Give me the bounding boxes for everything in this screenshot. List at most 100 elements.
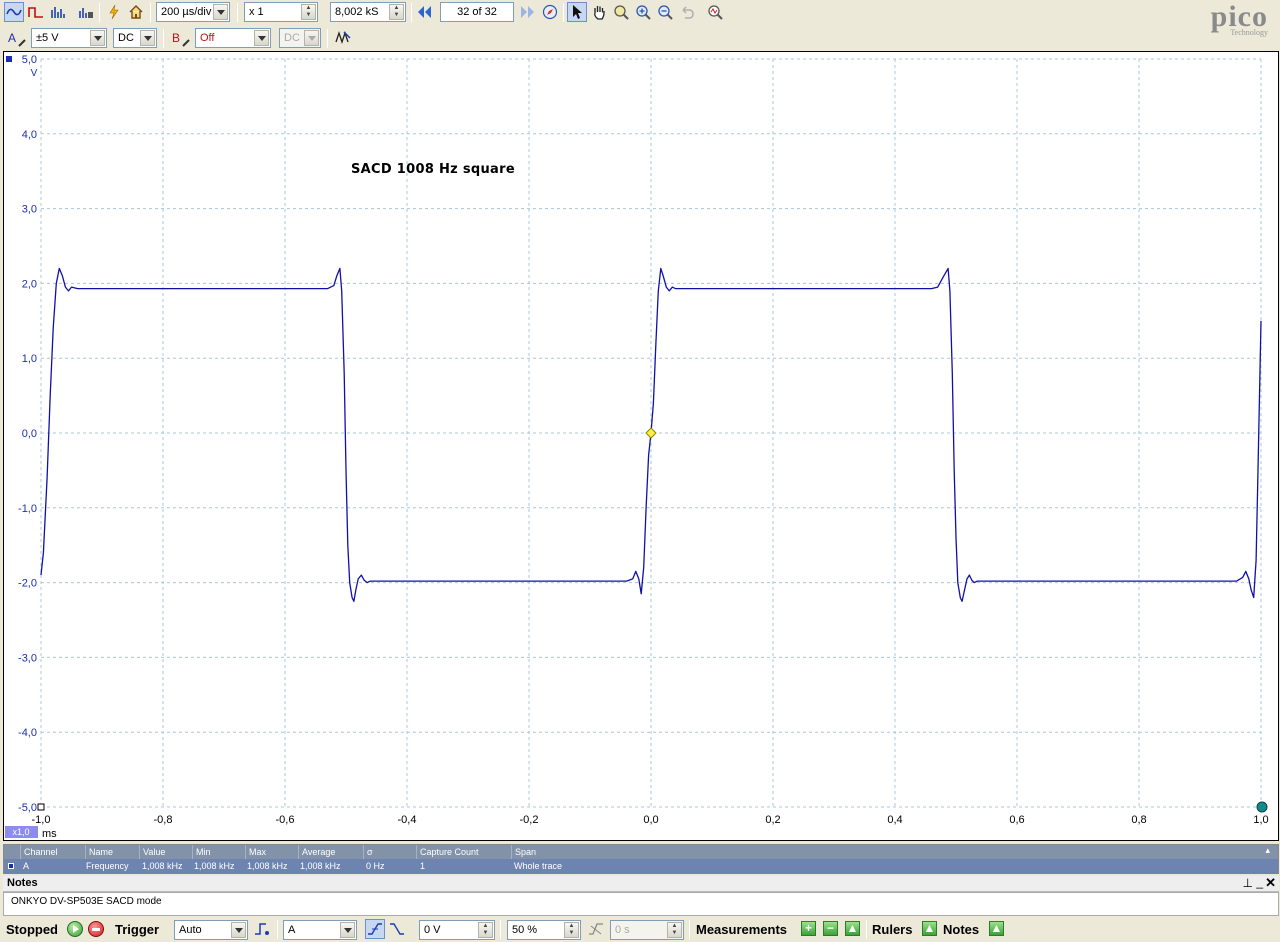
minimize-icon[interactable]: _ (1256, 875, 1263, 889)
scope-display[interactable]: 5,0 4,0 3,0 2,0 1,0 0,0 -1,0 -2,0 -3,0 -4,0 -5,0 -1… (3, 51, 1279, 841)
chevron-down-icon[interactable] (140, 30, 155, 46)
spin-arrows-icon[interactable]: ▲ ▼ (478, 922, 493, 938)
header-capture-count[interactable]: Capture Count (416, 845, 479, 859)
notes-text-area[interactable]: ONKYO DV-SP503E SACD mode (3, 892, 1279, 916)
channel-a-probe-icon[interactable] (18, 39, 26, 47)
zoom-value: x 1 (249, 6, 264, 18)
channel-offset-marker (37, 803, 45, 811)
y-tick-label: 2,0 (22, 278, 37, 290)
channel-b-label[interactable]: B (172, 31, 180, 45)
close-icon[interactable]: ✕ (1265, 875, 1276, 891)
zoom-overview-icon[interactable] (705, 2, 725, 22)
y-tick-label: 5,0 (22, 54, 37, 66)
edit-measurement-button[interactable]: ▲ (845, 921, 860, 936)
pin-icon[interactable]: ⊥ (1243, 876, 1253, 890)
header-max[interactable]: Max (245, 845, 266, 859)
zoom-in-icon[interactable] (633, 2, 653, 22)
x-tick-label: 0,6 (1009, 814, 1024, 826)
run-state-label: Stopped (6, 922, 58, 937)
rulers-toggle-button[interactable]: ▲ (922, 921, 937, 936)
spin-arrows-icon[interactable]: ▲ ▼ (389, 4, 404, 20)
zoom-tool-icon[interactable] (611, 2, 631, 22)
y-tick-label: -4,0 (18, 727, 37, 739)
header-value[interactable]: Value (139, 845, 165, 859)
undo-zoom-icon[interactable] (677, 2, 697, 22)
samples-stepper[interactable]: 8,002 kS ▲ ▼ (330, 2, 406, 22)
y-tick-label: 0,0 (22, 428, 37, 440)
trigger-level-stepper[interactable]: 0 V ▲ ▼ (419, 920, 495, 940)
next-capture-icon[interactable] (518, 2, 538, 22)
ruler-handle-icon[interactable] (1256, 801, 1268, 813)
add-measurement-button[interactable]: + (801, 921, 816, 936)
pre-trigger-stepper[interactable]: 50 % ▲ ▼ (507, 920, 581, 940)
zoom-out-icon[interactable] (655, 2, 675, 22)
persistence-mode-icon[interactable] (26, 2, 46, 22)
spin-arrows-icon[interactable]: ▲ ▼ (564, 922, 579, 938)
hand-tool-icon[interactable] (589, 2, 609, 22)
cell-span: Whole trace (514, 861, 563, 871)
channel-b-range-select[interactable]: Off (195, 28, 271, 48)
chevron-down-icon[interactable] (340, 922, 355, 938)
header-span[interactable]: Span (511, 845, 536, 859)
channel-options-icon[interactable] (76, 2, 96, 22)
trigger-source-select[interactable]: A (283, 920, 357, 940)
x-axis-unit: ms (42, 828, 57, 840)
start-button[interactable] (67, 921, 83, 937)
trigger-mode-value: Auto (179, 924, 202, 936)
x-tick-label: -0,4 (398, 814, 417, 826)
spin-arrows-icon[interactable]: ▲ ▼ (301, 4, 316, 20)
cell-average: 1,008 kHz (300, 861, 341, 871)
stop-button[interactable] (88, 921, 104, 937)
timebase-select[interactable]: 200 µs/div (156, 2, 230, 22)
remove-measurement-button[interactable]: − (823, 921, 838, 936)
capture-index-value: 32 of 32 (457, 6, 497, 18)
previous-capture-icon[interactable] (414, 2, 434, 22)
scope-plot[interactable]: 5,04,03,02,01,00,0-1,0-2,0-3,0-4,0-5,0-1… (4, 52, 1278, 840)
capture-index-field[interactable]: 32 of 32 (440, 2, 514, 22)
channel-color-swatch (8, 863, 14, 869)
scope-annotation-title: SACD 1008 Hz square (351, 162, 515, 177)
trigger-delay-value: 0 s (615, 924, 630, 936)
channel-a-range-select[interactable]: ±5 V (31, 28, 107, 48)
zoom-stepper[interactable]: x 1 ▲ ▼ (244, 2, 318, 22)
measurement-row[interactable]: A Frequency 1,008 kHz 1,008 kHz 1,008 kH… (4, 859, 1278, 874)
header-name[interactable]: Name (85, 845, 113, 859)
header-channel[interactable]: Channel (20, 845, 58, 859)
channel-a-label[interactable]: A (8, 31, 16, 45)
compass-icon[interactable] (540, 2, 560, 22)
timebase-value: 200 µs/div (161, 6, 212, 18)
channel-b-coupling-value: DC (284, 32, 300, 44)
math-channels-icon[interactable] (333, 27, 353, 47)
signal-generator-icon[interactable] (104, 2, 124, 22)
channel-a-coupling-select[interactable]: DC (113, 28, 157, 48)
home-icon[interactable] (126, 2, 146, 22)
header-sigma[interactable]: σ (363, 845, 373, 859)
spectrum-mode-icon[interactable] (48, 2, 68, 22)
y-tick-label: -3,0 (18, 652, 37, 664)
x-tick-label: 0,2 (765, 814, 780, 826)
chevron-down-icon[interactable] (231, 922, 246, 938)
channel-b-probe-icon[interactable] (182, 39, 190, 47)
chevron-down-icon[interactable] (254, 30, 269, 46)
y-tick-label: -2,0 (18, 578, 37, 590)
trigger-marker-icon[interactable] (645, 427, 657, 439)
measurements-header-row: Channel Name Value Min Max Average σ Cap… (4, 845, 1278, 859)
chevron-down-icon[interactable] (90, 30, 105, 46)
trigger-delay-stepper: 0 s ▲ ▼ (610, 920, 684, 940)
advanced-trigger-icon[interactable] (252, 919, 272, 939)
x-tick-label: -1,0 (32, 814, 51, 826)
collapse-icon[interactable]: ▴ (1265, 845, 1270, 856)
post-trigger-delay-icon[interactable] (586, 919, 606, 939)
select-pointer-icon[interactable] (567, 2, 587, 22)
trigger-mode-select[interactable]: Auto (174, 920, 248, 940)
header-min[interactable]: Min (192, 845, 211, 859)
main-toolbar: 200 µs/div x 1 ▲▼ 8,002 kS ▲▼ 32 of 32 (0, 0, 1280, 37)
chevron-down-icon[interactable] (213, 4, 228, 20)
rising-edge-icon[interactable] (365, 919, 385, 939)
header-average[interactable]: Average (298, 845, 335, 859)
falling-edge-icon[interactable] (387, 919, 407, 939)
x-tick-label: -0,2 (520, 814, 539, 826)
notes-toggle-button[interactable]: ▲ (989, 921, 1004, 936)
channel-a-coupling-value: DC (118, 32, 134, 44)
scope-mode-icon[interactable] (4, 2, 24, 22)
